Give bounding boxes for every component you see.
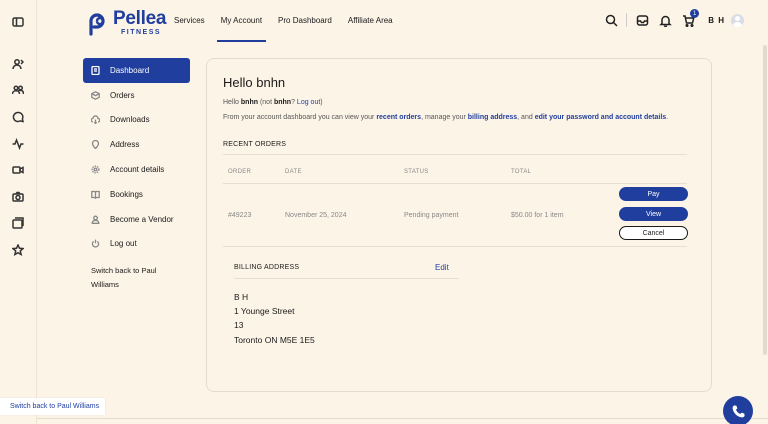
greeting-mid: (not [258,99,274,106]
cart-icon[interactable]: 1 [680,9,700,28]
brand-subtitle: FITNESS [121,29,162,36]
dashboard-intro: From your account dashboard you can view… [223,114,668,121]
intro-text-4: . [666,114,669,121]
recent-orders-title: RECENT ORDERS [223,141,287,148]
video-icon[interactable] [11,163,25,177]
divider [223,246,687,247]
order-number[interactable]: #49223 [228,212,251,219]
menu-item-label: Account details [110,165,165,175]
menu-item-address[interactable]: Address [83,132,190,157]
dashboard-icon [91,65,100,75]
order-date: November 25, 2024 [285,212,347,219]
bell-icon[interactable] [657,12,673,28]
greeting-prefix: Hello [223,99,241,106]
greeting-end: ) [320,99,323,106]
inbox-icon[interactable] [634,12,650,28]
address-line: Toronto ON M5E 1E5 [234,335,315,345]
menu-item-dashboard[interactable]: Dashboard [83,58,190,83]
billing-address-title: BILLING ADDRESS [234,264,300,271]
account-dashboard-card: Hello bnhn Hello bnhn (not bnhn? Log out… [206,58,712,392]
sidebar-toggle-icon[interactable] [11,15,25,29]
address-line: 13 [234,320,244,330]
account-menu: Dashboard Orders Downloads Address Accou… [83,58,190,256]
search-icon[interactable] [603,12,619,28]
page-title: Hello bnhn [223,75,286,90]
menu-item-label: Become a Vendor [110,214,174,224]
divider [223,183,687,184]
user-switch-icon[interactable] [11,57,25,71]
cancel-button[interactable]: Cancel [619,226,688,240]
power-icon [91,240,100,248]
greeting-line: Hello bnhn (not bnhn? Log out) [223,99,323,106]
user-icon [91,215,100,224]
menu-item-label: Bookings [110,189,143,199]
switch-back-floating-link[interactable]: Switch back to Paul Williams [0,398,105,415]
nav-pro-dashboard[interactable]: Pro Dashboard [278,16,332,25]
location-icon [91,140,100,150]
user-initials[interactable]: B H [708,16,725,25]
pay-button[interactable]: Pay [619,187,688,201]
menu-item-label: Address [110,140,140,150]
activity-icon[interactable] [11,137,25,151]
main-nav: Services My Account Pro Dashboard Affili… [174,16,409,42]
view-button[interactable]: View [619,207,688,221]
menu-item-label: Dashboard [110,65,150,75]
recent-orders-link[interactable]: recent orders [376,114,421,121]
phone-call-button[interactable] [723,396,753,424]
scrollbar[interactable] [763,45,767,355]
greeting-name-2: bnhn [273,99,292,106]
address-line: 1 Younge Street [234,306,295,316]
left-rail [0,0,37,424]
phone-icon [732,404,745,417]
menu-item-orders[interactable]: Orders [83,83,190,108]
address-line: B H [234,292,249,302]
header-divider [626,13,628,27]
intro-text-3: , and [517,114,535,121]
menu-item-bookings[interactable]: Bookings [83,182,190,207]
menu-item-label: Downloads [110,115,150,125]
brand-logo[interactable]: Pellea FITNESS [84,9,166,36]
box-icon [91,90,100,100]
star-icon[interactable] [11,243,25,257]
footer-divider [37,418,768,419]
column-header-status: STATUS [404,169,429,175]
intro-text-1: From your account dashboard you can view… [223,114,377,121]
camera-icon[interactable] [11,190,25,204]
nav-my-account[interactable]: My Account [216,16,267,42]
divider [234,278,459,279]
menu-item-label: Orders [110,90,135,100]
column-header-order: ORDER [228,169,252,175]
cart-count-badge: 1 [690,9,700,18]
brand-name: Pellea [113,8,167,29]
menu-item-downloads[interactable]: Downloads [83,108,190,133]
edit-billing-link[interactable]: Edit [435,263,449,272]
billing-address-link[interactable]: billing address [468,114,517,121]
order-status: Pending payment [404,212,459,219]
menu-item-become-vendor[interactable]: Become a Vendor [83,207,190,232]
column-header-date: DATE [285,169,302,175]
avatar[interactable] [731,13,744,27]
menu-item-label: Log out [110,239,137,249]
layers-icon[interactable] [11,216,25,230]
nav-affiliate-area[interactable]: Affiliate Area [348,16,393,25]
greeting-name: bnhn [240,99,259,106]
intro-text-2: , manage your [421,114,468,121]
logout-link[interactable]: Log out [297,99,320,106]
top-header: Pellea FITNESS Services My Account Pro D… [37,0,768,45]
cloud-download-icon [91,115,100,125]
menu-item-logout[interactable]: Log out [83,232,190,257]
group-icon[interactable] [11,83,25,97]
divider [223,154,687,155]
book-icon [91,190,100,199]
chat-icon[interactable] [11,110,25,124]
menu-item-account-details[interactable]: Account details [83,157,190,182]
order-total: $50.00 for 1 item [511,212,564,219]
account-details-link[interactable]: edit your password and account details [535,114,666,121]
header-actions: 1 B H [596,9,744,28]
nav-services[interactable]: Services [174,16,205,25]
gear-icon [91,165,100,174]
switch-back-link[interactable]: Switch back to Paul Williams [91,264,186,292]
logo-mark-icon [89,12,105,36]
column-header-total: TOTAL [511,169,532,175]
